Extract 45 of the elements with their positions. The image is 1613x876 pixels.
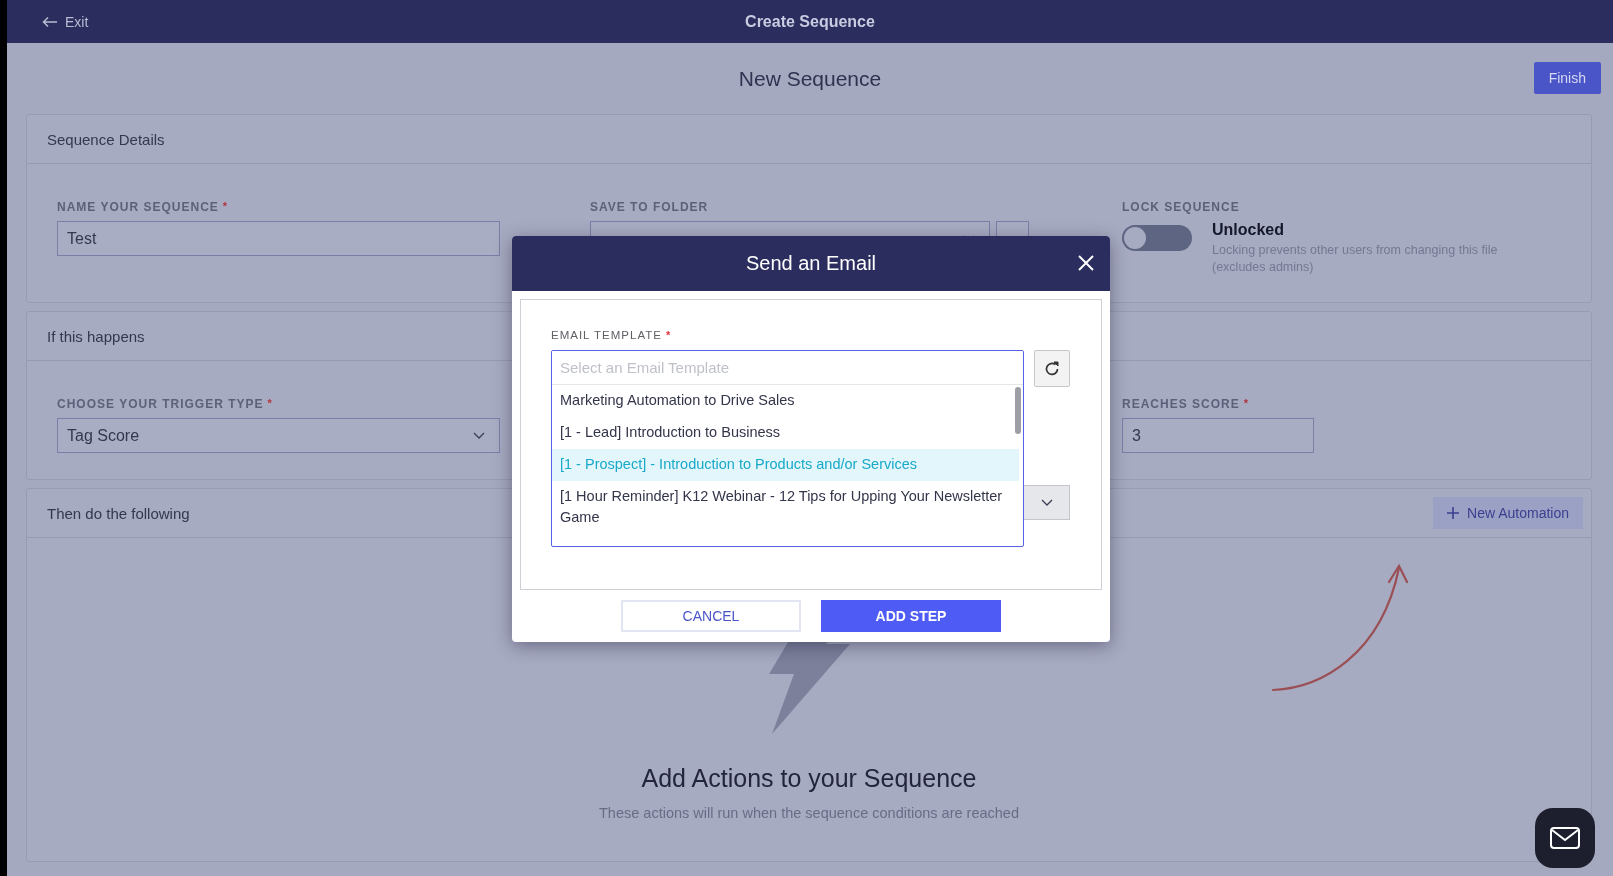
- plus-icon: [1447, 507, 1460, 519]
- finish-button[interactable]: Finish: [1533, 62, 1601, 94]
- add-step-button[interactable]: ADD STEP: [821, 600, 1001, 632]
- close-button[interactable]: [1078, 255, 1094, 271]
- chevron-down-icon: [1040, 498, 1053, 507]
- mail-button[interactable]: [1535, 808, 1595, 868]
- field-label: CHOOSE YOUR TRIGGER TYPE: [57, 397, 264, 411]
- field-label: EMAIL TEMPLATE: [551, 329, 662, 341]
- dialog-title: Send an Email: [745, 252, 877, 275]
- back-arrow-icon: [42, 15, 58, 28]
- toggle-switch[interactable]: [1122, 225, 1192, 251]
- field-label: LOCK SEQUENCE: [1122, 200, 1240, 214]
- close-icon: [1078, 255, 1094, 271]
- field-label: SAVE TO FOLDER: [590, 200, 709, 214]
- envelope-icon: [1550, 827, 1580, 849]
- input-field[interactable]: 3: [1122, 418, 1314, 453]
- field-label: NAME YOUR SEQUENCE: [57, 200, 219, 214]
- dropdown-option[interactable]: [1 - Lead] Introduction to Business: [552, 417, 1019, 449]
- dropdown-option[interactable]: [1 Hour Reminder] K12 Webinar - 12 Tips for Upping Your Newsletter Game: [552, 481, 1019, 534]
- refresh-icon: [1044, 360, 1060, 377]
- scrollbar-thumb[interactable]: [1015, 387, 1021, 434]
- panel-title: Sequence Details: [47, 130, 165, 148]
- empty-state-text: These actions will run when the sequence conditions are reached: [599, 805, 1019, 821]
- exit-link[interactable]: Exit: [42, 13, 89, 30]
- chevron-down-icon: [473, 431, 485, 440]
- lock-status: Unlocked: [1212, 221, 1285, 239]
- required-mark: *: [267, 397, 272, 409]
- cancel-button[interactable]: CANCEL: [621, 600, 801, 632]
- select-field[interactable]: Tag Score: [57, 418, 500, 453]
- panel-title: If this happens: [47, 327, 145, 345]
- input-field[interactable]: Test: [57, 221, 500, 256]
- dropdown-option[interactable]: Marketing Automation to Drive Sales: [552, 385, 1019, 417]
- dropdown-list[interactable]: [551, 350, 1024, 547]
- select-field[interactable]: [1023, 485, 1070, 520]
- empty-state-title: Add Actions to your Sequence: [641, 764, 977, 793]
- search-field[interactable]: Select an Email Template: [552, 351, 1023, 385]
- sequence-title: New Sequence: [738, 66, 882, 91]
- required-mark: *: [665, 329, 671, 341]
- new-automation-button[interactable]: New Automation: [1433, 497, 1583, 529]
- refresh-button[interactable]: [1034, 350, 1070, 387]
- required-mark: *: [222, 200, 228, 212]
- required-mark: *: [1243, 397, 1248, 409]
- page-title: Create Sequence: [744, 12, 876, 31]
- panel-title: Then do the following: [47, 504, 190, 522]
- field-label: REACHES SCORE: [1122, 397, 1240, 411]
